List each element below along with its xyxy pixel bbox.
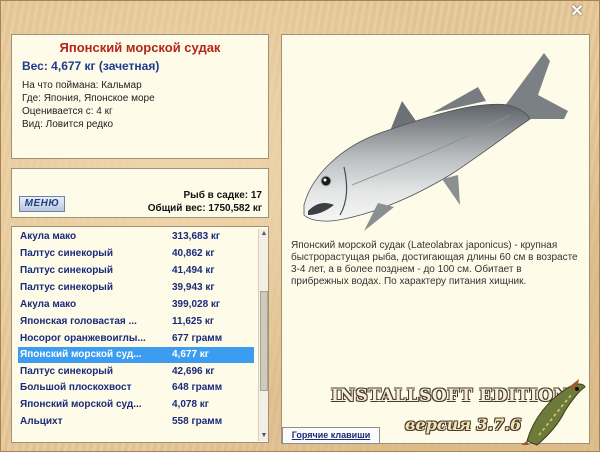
fish-count: Рыб в садке: 17: [183, 190, 262, 201]
list-item[interactable]: Японская головастая ... 11,625 кг: [18, 314, 254, 330]
list-item-weight: 648 грамм: [172, 382, 223, 393]
list-item[interactable]: Носорог оранжевоиглы... 677 грамм: [18, 331, 254, 347]
list-item-name: Японский морской суд...: [20, 349, 142, 360]
catch-list: Акула мако 313,683 кг Палтус синекорый 40,…: [11, 226, 269, 443]
list-item[interactable]: Акула мако 399,028 кг: [18, 297, 254, 313]
scroll-down-icon[interactable]: ▼: [259, 431, 268, 441]
list-item[interactable]: Альцихт 558 грамм: [18, 414, 254, 430]
catch-location: Где: Япония, Японское море: [22, 93, 155, 104]
fish-info-panel: Японский морской судак Вес: 4,677 кг (за…: [11, 34, 269, 159]
list-item-name: Японский морской суд...: [20, 399, 142, 410]
list-item[interactable]: Палтус синекорый 39,943 кг: [18, 280, 254, 296]
list-item-weight: 40,862 кг: [172, 248, 215, 259]
list-item-selected[interactable]: Японский морской суд... 4,677 кг: [18, 347, 254, 363]
list-item-weight: 39,943 кг: [172, 282, 215, 293]
list-item-name: Японская головастая ...: [20, 316, 137, 327]
list-item[interactable]: Палтус синекорый 41,494 кг: [18, 263, 254, 279]
list-item-weight: 42,696 кг: [172, 366, 215, 377]
list-item-name: Палтус синекорый: [20, 366, 113, 377]
list-item[interactable]: Акула мако 313,683 кг: [18, 229, 254, 245]
hotkeys-link[interactable]: Горячие клавиши: [282, 427, 380, 444]
fish-title: Японский морской судак: [59, 40, 221, 55]
menu-button[interactable]: МЕНЮ: [19, 196, 65, 212]
scroll-thumb[interactable]: [260, 291, 268, 391]
close-icon[interactable]: ✕: [569, 4, 585, 20]
list-item[interactable]: Палтус синекорый 42,696 кг: [18, 364, 254, 380]
pike-logo-icon: [521, 379, 586, 446]
fish-description: Японский морской судак (Lateolabrax japo…: [291, 240, 578, 287]
list-item-weight: 11,625 кг: [172, 316, 214, 327]
list-item-name: Палтус синекорый: [20, 282, 113, 293]
list-item-weight: 677 грамм: [172, 333, 223, 344]
list-item-name: Большой плоскохвост: [20, 382, 132, 393]
list-item-name: Носорог оранжевоиглы...: [20, 333, 146, 344]
app-window: ✕ Японский морской судак Вес: 4,677 кг (…: [0, 0, 600, 452]
list-item-weight: 4,078 кг: [172, 399, 209, 410]
list-item[interactable]: Палтус синекорый 40,862 кг: [18, 246, 254, 262]
list-item-weight: 4,677 кг: [172, 349, 209, 360]
rarity: Вид: Ловится редко: [22, 119, 114, 130]
list-item-name: Альцихт: [20, 416, 63, 427]
scroll-up-icon[interactable]: ▲: [259, 229, 268, 239]
fish-image: [303, 53, 568, 231]
list-item-weight: 313,683 кг: [172, 231, 221, 242]
list-item-name: Акула мако: [20, 299, 77, 310]
caught-on: На что поймана: Кальмар: [22, 80, 142, 91]
version-label: версия 3.7.6: [405, 415, 522, 434]
fish-weight: Вес: 4,677 кг (зачетная): [22, 59, 160, 73]
list-item-name: Палтус синекорый: [20, 248, 113, 259]
list-item-weight: 41,494 кг: [172, 265, 215, 276]
list-item[interactable]: Японский морской суд... 4,078 кг: [18, 397, 254, 413]
list-item-weight: 399,028 кг: [172, 299, 221, 310]
list-scrollbar[interactable]: ▲ ▼: [258, 229, 268, 441]
list-item-name: Акула мако: [20, 231, 77, 242]
list-item-weight: 558 грамм: [172, 416, 223, 427]
total-weight: Общий вес: 1750,582 кг: [147, 203, 262, 214]
stats-panel: МЕНЮ Рыб в садке: 17 Общий вес: 1750,582…: [11, 168, 269, 218]
list-item[interactable]: Большой плоскохвост 648 грамм: [18, 380, 254, 396]
list-item-name: Палтус синекорый: [20, 265, 113, 276]
value-threshold: Оценивается с: 4 кг: [22, 106, 113, 117]
